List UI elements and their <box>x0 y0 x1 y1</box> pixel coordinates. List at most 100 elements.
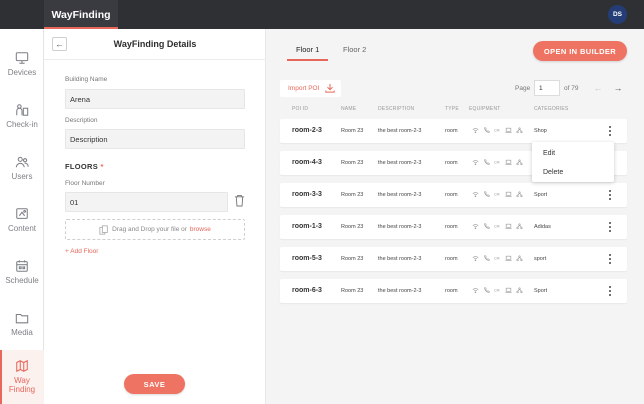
import-poi-button[interactable]: Import POI <box>280 80 341 97</box>
column-header-type: TYPE <box>445 106 459 112</box>
column-header-description: DESCRIPTION <box>378 106 415 112</box>
add-floor-link[interactable]: + Add Floor <box>65 248 98 255</box>
details-header: ← WayFinding Details <box>44 29 266 60</box>
poi-id-cell: room-2-3 <box>292 127 322 134</box>
phone-icon <box>484 159 490 165</box>
monitor-icon <box>15 51 29 64</box>
cm-icon: CM <box>494 225 499 229</box>
poi-description-cell: the best room-2-3 <box>378 224 422 230</box>
poi-name-cell: Room 23 <box>341 128 364 134</box>
table-row[interactable]: room-1-3 Room 23 the best room-2-3 room CM Ad… <box>280 215 627 239</box>
poi-type-cell: room <box>445 256 458 262</box>
poi-type-cell: room <box>445 224 458 230</box>
nav-label: Content <box>7 223 37 233</box>
poi-id-cell: room-6-3 <box>292 287 322 294</box>
phone-icon <box>484 191 490 197</box>
top-bar: WayFinding DS <box>0 0 644 29</box>
svg-text:CM: CM <box>494 129 499 133</box>
next-page-button[interactable]: → <box>610 80 626 96</box>
main-area: Floor 1 Floor 2 OPEN IN BUILDER Import P… <box>266 29 644 404</box>
svg-text:CM: CM <box>494 289 499 293</box>
wifi-icon <box>472 160 479 166</box>
download-icon <box>325 83 335 93</box>
tab-floor-1[interactable]: Floor 1 <box>286 45 329 61</box>
more-vert-icon[interactable] <box>605 221 615 233</box>
network-icon <box>516 127 523 134</box>
table-row[interactable]: room-5-3 Room 23 the best room-2-3 room CM sp… <box>280 247 627 271</box>
poi-category-cell: Sport <box>534 288 548 294</box>
table-row[interactable]: room-2-3 Room 23 the best room-2-3 room CM Sh… <box>280 119 627 143</box>
content-icon <box>16 207 28 219</box>
poi-category-cell: Adidas <box>534 224 551 230</box>
poi-id-cell: room-4-3 <box>292 159 322 166</box>
file-dropzone[interactable]: Drag and Drop your file or browse <box>65 219 245 240</box>
prev-page-button[interactable]: ← <box>590 80 606 96</box>
floors-heading-text: FLOORS <box>65 162 99 171</box>
delete-menu-item[interactable]: Delete <box>543 169 563 176</box>
wifi-icon <box>472 256 479 262</box>
cm-icon: CM <box>494 257 499 261</box>
more-vert-icon[interactable] <box>605 253 615 265</box>
nav-item-users[interactable]: Users <box>0 142 44 194</box>
poi-description-cell: the best room-2-3 <box>378 288 422 294</box>
equipment-cell: CM <box>472 191 523 198</box>
floors-heading: FLOORS * <box>65 162 104 171</box>
cm-icon: CM <box>494 193 499 197</box>
laptop-icon <box>505 191 512 197</box>
floor-number-input[interactable]: 01 <box>65 192 228 212</box>
edit-menu-item[interactable]: Edit <box>543 150 555 157</box>
more-vert-icon[interactable] <box>605 285 615 297</box>
page-number-input[interactable]: 1 <box>534 80 560 96</box>
wifi-icon <box>472 224 479 230</box>
poi-id-cell: room-1-3 <box>292 223 322 230</box>
laptop-icon <box>505 127 512 133</box>
user-avatar[interactable]: DS <box>608 5 627 24</box>
poi-description-cell: the best room-2-3 <box>378 160 422 166</box>
network-icon <box>516 191 523 198</box>
table-row[interactable]: room-6-3 Room 23 the best room-2-3 room CM Sp… <box>280 279 627 303</box>
phone-icon <box>484 127 490 133</box>
arrow-right-icon: → <box>613 83 623 93</box>
laptop-icon <box>505 287 512 293</box>
wifi-icon <box>472 192 479 198</box>
equipment-cell: CM <box>472 223 523 230</box>
poi-id-cell: room-5-3 <box>292 255 322 262</box>
wayfinding-details-panel: ← WayFinding Details Building Name Arena… <box>44 29 266 404</box>
more-vert-icon[interactable] <box>605 125 615 137</box>
svg-text:CM: CM <box>494 257 499 261</box>
building-name-input[interactable]: Arena <box>65 89 245 109</box>
nav-item-content[interactable]: Content <box>0 194 44 246</box>
required-marker: * <box>100 162 104 171</box>
browse-link[interactable]: browse <box>190 226 211 233</box>
poi-description-cell: the best room-2-3 <box>378 128 422 134</box>
column-header-poi-id: POI ID <box>292 106 309 112</box>
poi-name-cell: Room 23 <box>341 160 364 166</box>
open-in-builder-button[interactable]: OPEN IN BUILDER <box>533 41 627 61</box>
equipment-cell: CM <box>472 127 523 134</box>
description-input[interactable]: Description <box>65 129 245 149</box>
nav-item-media[interactable]: Media <box>0 298 44 350</box>
folder-icon <box>15 313 29 323</box>
app-tab-wayfinding[interactable]: WayFinding <box>44 0 118 29</box>
poi-category-cell: Sport <box>534 192 548 198</box>
nav-label: Schedule <box>5 275 39 285</box>
poi-description-cell: the best room-2-3 <box>378 256 422 262</box>
column-header-categories: CATEGORIES <box>534 106 569 112</box>
poi-type-cell: room <box>445 160 458 166</box>
users-icon <box>15 156 29 167</box>
nav-item-wayfinding[interactable]: Way Finding <box>0 350 44 404</box>
phone-icon <box>484 223 490 229</box>
phone-icon <box>484 287 490 293</box>
nav-item-schedule[interactable]: Schedule <box>0 246 44 298</box>
cm-icon: CM <box>494 289 499 293</box>
equipment-cell: CM <box>472 287 523 294</box>
more-vert-icon[interactable] <box>605 189 615 201</box>
nav-item-check-in[interactable]: Check-in <box>0 90 44 142</box>
save-button[interactable]: SAVE <box>124 374 185 394</box>
poi-type-cell: room <box>445 192 458 198</box>
trash-icon[interactable] <box>234 194 245 207</box>
tab-floor-2[interactable]: Floor 2 <box>343 45 366 54</box>
table-row[interactable]: room-3-3 Room 23 the best room-2-3 room CM Sp… <box>280 183 627 207</box>
nav-item-devices[interactable]: Devices <box>0 38 44 90</box>
poi-id-cell: room-3-3 <box>292 191 322 198</box>
